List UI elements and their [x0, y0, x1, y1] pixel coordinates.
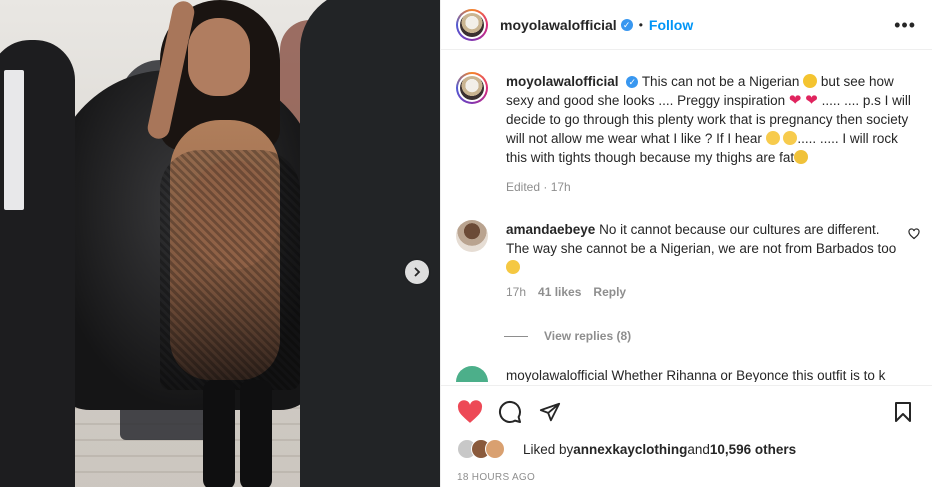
grin-emoji-icon	[506, 260, 520, 274]
like-comment-heart-icon[interactable]	[908, 228, 920, 240]
likes-middle: and	[687, 441, 710, 457]
caption-text: moyolawalofficial ✓ This can not be a Ni…	[506, 72, 916, 197]
send-icon	[539, 402, 561, 421]
bodyguard-right	[300, 0, 440, 487]
eye-roll-emoji-icon	[783, 131, 798, 145]
red-heart-emoji-icon: ❤	[805, 92, 818, 109]
author-username[interactable]: moyolawalofficial	[500, 17, 617, 33]
separator-dot: •	[638, 17, 643, 32]
likes-summary: Liked by annexkayclothing and 10,596 oth…	[457, 439, 796, 459]
eye-roll-emoji-icon	[765, 131, 780, 145]
action-bar	[441, 385, 932, 437]
replies-divider	[504, 335, 528, 337]
likes-prefix: Liked by	[523, 441, 574, 457]
liker-avatars[interactable]	[457, 439, 513, 459]
model-sheer-dress	[160, 150, 300, 390]
sad-emoji-icon	[794, 150, 809, 164]
comment: amandaebeye No it cannot because our cul…	[456, 220, 920, 277]
model-boot	[240, 380, 272, 487]
comment-likes[interactable]: 41 likes	[538, 285, 581, 299]
chevron-right-icon	[414, 267, 421, 277]
comment-text: amandaebeye No it cannot because our cul…	[506, 220, 906, 277]
caption-part: This can not be a Nigerian	[641, 74, 804, 89]
next-image-button[interactable]	[405, 260, 429, 284]
comment-time: 17h	[506, 285, 527, 299]
post-header: moyolawalofficial ✓ • Follow •••	[441, 0, 932, 50]
red-heart-emoji-icon: ❤	[788, 92, 802, 109]
comment-meta: 17h 41 likes Reply	[506, 285, 916, 299]
comments-list[interactable]: moyolawalofficial ✓ This can not be a Ni…	[441, 50, 932, 382]
laughing-emoji-icon	[803, 74, 818, 88]
caption-username[interactable]: moyolawalofficial	[506, 74, 619, 89]
caption: moyolawalofficial ✓ This can not be a Ni…	[456, 72, 916, 197]
comment-text-partial: moyolawalofficial Whether Rihanna or Bey…	[506, 368, 886, 382]
post-timestamp[interactable]: 18 HOURS AGO	[457, 472, 535, 483]
more-options-icon[interactable]: •••	[894, 16, 916, 34]
bodyguard-shirt	[4, 70, 24, 210]
author-avatar[interactable]	[456, 8, 488, 41]
bookmark-icon	[895, 401, 911, 422]
view-replies-label: View replies (8)	[544, 329, 632, 343]
commenter-username[interactable]: amandaebeye	[506, 222, 595, 237]
reply-button[interactable]: Reply	[593, 285, 626, 299]
view-replies-button[interactable]: View replies (8)	[504, 329, 916, 343]
like-button[interactable]	[457, 399, 483, 425]
verified-badge-icon: ✓	[626, 76, 639, 89]
caption-edited: Edited · 17h	[506, 180, 571, 194]
share-button[interactable]	[537, 399, 563, 425]
comment: moyolawalofficial Whether Rihanna or Bey…	[456, 366, 916, 382]
model-boot	[203, 380, 235, 487]
follow-button[interactable]: Follow	[649, 17, 693, 33]
save-button[interactable]	[890, 399, 916, 425]
commenter-avatar[interactable]	[456, 220, 488, 252]
post-side-panel: moyolawalofficial ✓ • Follow ••• moyolaw…	[440, 0, 932, 487]
caption-avatar[interactable]	[456, 72, 488, 104]
verified-badge-icon: ✓	[620, 18, 633, 31]
heart-filled-icon	[457, 399, 483, 423]
likes-count[interactable]: 10,596 others	[710, 442, 796, 457]
comment-button[interactable]	[497, 399, 523, 425]
comment-icon	[498, 400, 521, 423]
model-face	[188, 18, 250, 96]
post-image[interactable]	[0, 0, 440, 487]
liker-username[interactable]: annexkayclothing	[573, 442, 687, 457]
commenter-avatar[interactable]	[456, 366, 488, 382]
instagram-post: moyolawalofficial ✓ • Follow ••• moyolaw…	[0, 0, 932, 487]
